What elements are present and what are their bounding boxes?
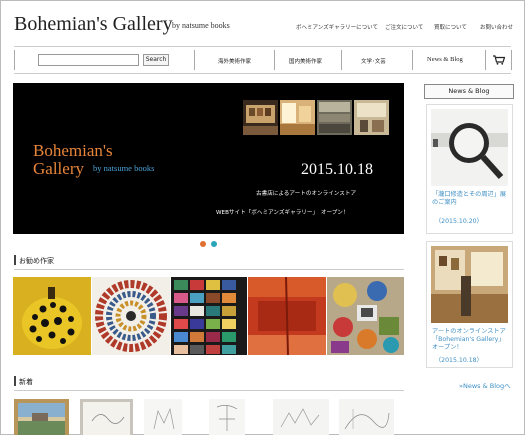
section-marker: [14, 255, 16, 265]
nav-top-rule: [14, 46, 511, 47]
artist-image-pumpkin[interactable]: [13, 277, 91, 355]
nav-domestic-artists[interactable]: 国内美術作家: [289, 57, 322, 65]
hero-brand-by: by natsume books: [93, 163, 155, 173]
nav-separator: [14, 50, 15, 70]
nav-separator: [511, 50, 512, 70]
news-card-2-title[interactable]: アートのオンラインストア「Bohemian's Gallery」オープン！: [432, 328, 510, 352]
site-logo[interactable]: Bohemian's Gallery: [14, 13, 173, 36]
nav-separator: [485, 50, 486, 70]
hero-photo-shelves: [317, 100, 352, 135]
news-blog-more-link[interactable]: »News & Blogへ: [459, 380, 511, 390]
new-item-sketch-3[interactable]: [273, 399, 329, 435]
topnav-about[interactable]: ボヘミアンズギャラリーについて: [296, 23, 378, 31]
nav-separator: [341, 50, 342, 70]
carousel-dot-2[interactable]: [211, 241, 217, 247]
nav-foreign-artists[interactable]: 海外美術作家: [218, 57, 251, 65]
hero-announcement: WEBサイト「ボヘミアンズギャラリー」 オープン！: [216, 210, 349, 216]
search-button[interactable]: Search: [143, 54, 169, 66]
news-card-1-image: [431, 109, 508, 186]
hero-photo-interior: [280, 100, 315, 135]
new-item-framed-drawing[interactable]: [80, 399, 133, 435]
news-card-2-image: [431, 246, 508, 323]
cart-icon[interactable]: [493, 55, 505, 65]
new-item-sketch-1[interactable]: [144, 399, 182, 435]
section-rule: [14, 269, 404, 270]
artist-image-circle-collage[interactable]: [92, 277, 170, 355]
news-card-2[interactable]: アートのオンラインストア「Bohemian's Gallery」オープン！ （2…: [426, 241, 513, 368]
new-item-sketch-4[interactable]: [339, 399, 394, 435]
artist-image-matchbox-grid[interactable]: [171, 277, 247, 355]
hero-brand-line1: Bohemian's: [33, 141, 113, 160]
section-rule: [14, 390, 404, 391]
nav-separator: [274, 50, 275, 70]
nav-separator: [194, 50, 195, 70]
nav-news-blog[interactable]: News & Blog: [427, 56, 463, 63]
nav-separator: [412, 50, 413, 70]
search-input[interactable]: [38, 54, 139, 66]
new-item-sketch-2[interactable]: [209, 399, 245, 435]
hero-date: 2015.10.18: [301, 161, 373, 178]
topnav-contact[interactable]: お問い合わせ: [480, 23, 513, 31]
news-card-1-date: （2015.10.20）: [435, 218, 483, 225]
news-card-1[interactable]: 「瀧口修造とその周辺」展のご案内 （2015.10.20）: [426, 104, 513, 234]
artist-image-object-collage[interactable]: [327, 277, 404, 355]
news-card-1-title[interactable]: 「瀧口修造とその周辺」展のご案内: [432, 191, 510, 207]
hero-photo-store: [354, 100, 389, 135]
sidebar-news-blog-header[interactable]: News & Blog: [424, 84, 514, 99]
hero-tagline: 古書店によるアートのオンラインストア: [256, 191, 357, 197]
topnav-order[interactable]: ご注文について: [385, 23, 423, 31]
site-logo-subtitle: by natsume books: [172, 21, 230, 30]
news-card-2-date: （2015.10.18）: [435, 357, 483, 364]
new-item-landscape-painting[interactable]: [14, 399, 69, 435]
nav-bottom-rule: [14, 73, 511, 74]
hero-photo-gallery: [243, 100, 278, 135]
topnav-buyback[interactable]: 買取について: [434, 23, 467, 31]
hero-banner[interactable]: Bohemian's Gallery by natsume books 2015…: [13, 83, 404, 234]
carousel-dot-1[interactable]: [200, 241, 206, 247]
section-title-recommended: お勧め作家: [19, 257, 54, 265]
nav-literature[interactable]: 文学･文芸: [361, 57, 386, 65]
section-title-new: 新着: [19, 378, 33, 386]
artist-image-red-abstract[interactable]: [248, 277, 326, 355]
section-marker: [14, 376, 16, 386]
